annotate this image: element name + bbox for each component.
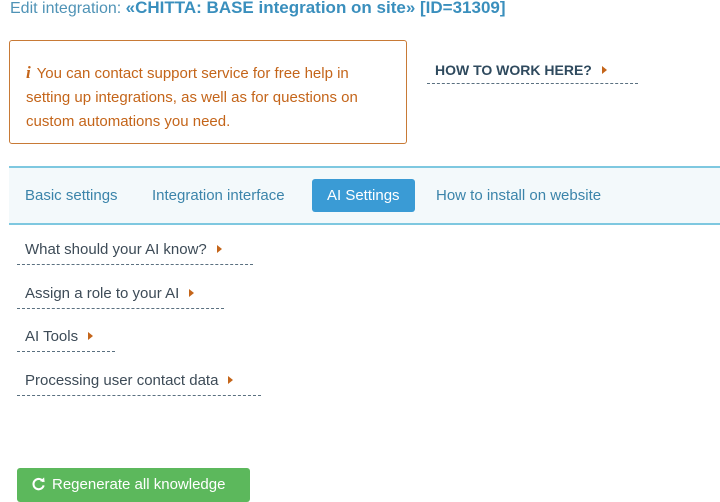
how-to-work-here-link[interactable]: HOW TO WORK HERE?	[427, 62, 638, 84]
triangle-right-icon	[601, 66, 607, 74]
triangle-right-icon	[88, 332, 94, 340]
how-to-work-here-label: HOW TO WORK HERE?	[435, 62, 592, 78]
triangle-right-icon	[228, 376, 234, 384]
section-label: What should your AI know?	[25, 241, 207, 258]
section-label: Assign a role to your AI	[25, 285, 180, 302]
regenerate-label: Regenerate all knowledge	[52, 476, 226, 493]
section-label: Processing user contact data	[25, 372, 219, 389]
page-title-prefix: Edit integration:	[10, 0, 122, 17]
section-processing-contact-data[interactable]: Processing user contact data	[17, 372, 261, 396]
refresh-icon	[32, 477, 45, 491]
support-notice-text: You can contact support service for free…	[26, 65, 358, 130]
tab-how-to-install[interactable]: How to install on website	[436, 179, 601, 212]
page-title: Edit integration: «CHITTA: BASE integrat…	[10, 0, 506, 18]
support-notice: i You can contact support service for fr…	[9, 40, 407, 144]
triangle-right-icon	[189, 289, 195, 297]
tab-basic-settings[interactable]: Basic settings	[25, 179, 118, 212]
regenerate-knowledge-button[interactable]: Regenerate all knowledge	[17, 468, 250, 502]
tab-integration-interface[interactable]: Integration interface	[152, 179, 285, 212]
section-what-should-ai-know[interactable]: What should your AI know?	[17, 241, 253, 265]
section-label: AI Tools	[25, 328, 79, 345]
triangle-right-icon	[216, 245, 222, 253]
section-ai-tools[interactable]: AI Tools	[17, 328, 115, 352]
tab-ai-settings[interactable]: AI Settings	[312, 179, 415, 212]
settings-tabs: Basic settings Integration interface AI …	[9, 166, 720, 225]
info-icon: i	[26, 63, 31, 82]
integration-name: «CHITTA: BASE integration on site» [ID=3…	[125, 0, 506, 17]
section-assign-role[interactable]: Assign a role to your AI	[17, 285, 224, 309]
